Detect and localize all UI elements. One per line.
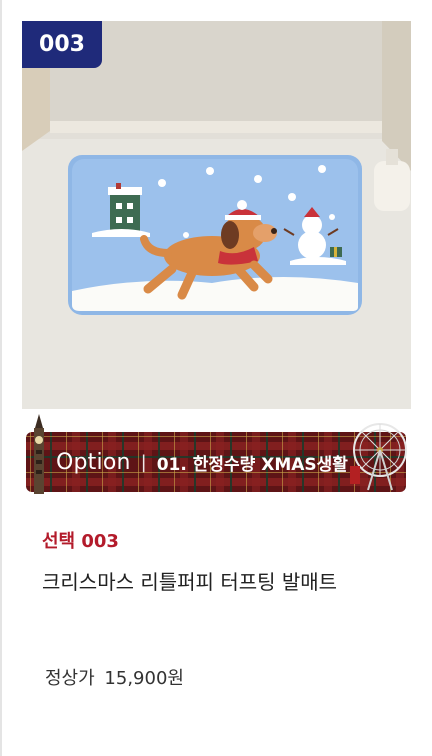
price-line: 정상가 15,900원 [45,664,188,690]
clock-tower-icon [34,414,44,494]
option-separator: | [140,451,147,473]
ferris-wheel-icon [350,423,407,491]
option-banner[interactable]: Option | 01. 한정수량 XMAS생활 [26,432,406,492]
option-word: Option [56,449,131,475]
price-value: 15,900원 [104,668,184,689]
bath-mat-illustration [22,21,411,409]
product-number-badge: 003 [22,21,102,68]
select-label: 선택 003 [42,531,119,552]
card-divider [0,0,2,756]
product-image[interactable] [22,21,411,409]
product-card[interactable]: 003 Option | 01. 한정수량 XMAS생활 선택 003 크리스마… [0,0,432,756]
price-label: 정상가 [45,668,95,689]
option-name: 01. 한정수량 XMAS생활 [156,454,348,475]
product-name[interactable]: 크리스마스 리틀퍼피 터프팅 발매트 [42,566,337,595]
option-label: Option | 01. 한정수량 XMAS생활 [56,432,348,492]
